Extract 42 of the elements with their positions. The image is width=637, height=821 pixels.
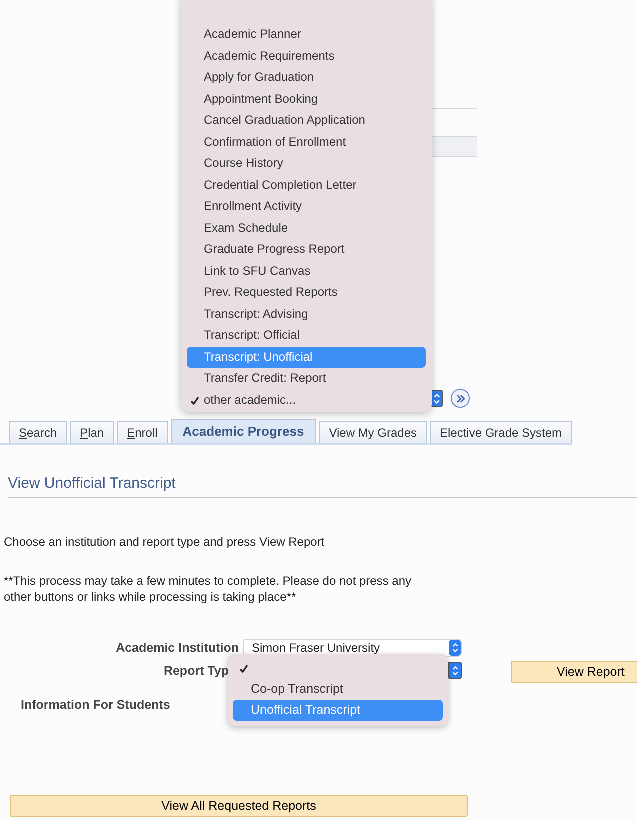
menu-item[interactable]: Graduate Progress Report: [187, 239, 426, 260]
menu-item[interactable]: Confirmation of Enrollment: [187, 132, 426, 153]
tab[interactable]: Elective Grade System: [430, 421, 572, 443]
check-icon: [239, 664, 249, 674]
menu-item[interactable]: Apply for Graduation: [187, 67, 426, 88]
menu-item[interactable]: Academic Planner: [187, 24, 426, 46]
select-stepper[interactable]: [448, 662, 462, 679]
check-icon: [190, 396, 200, 406]
menu-item[interactable]: Transcript: Official: [187, 325, 426, 346]
tab[interactable]: Search: [9, 421, 68, 443]
tab[interactable]: Enroll: [117, 421, 168, 443]
updown-arrows-icon: [450, 664, 460, 676]
menu-item[interactable]: Academic Requirements: [187, 46, 426, 67]
updown-arrows-icon: [450, 642, 460, 654]
page-title: View Unofficial Transcript: [8, 475, 637, 498]
tab[interactable]: Academic Progress: [170, 419, 316, 443]
double-chevron-icon: [454, 392, 466, 404]
menu-item[interactable]: Transcript: Advising: [187, 304, 426, 325]
menu-item[interactable]: Cancel Graduation Application: [187, 110, 426, 132]
instructions-text: Choose an institution and report type and press View Report: [4, 535, 326, 549]
menu-item[interactable]: Link to SFU Canvas: [187, 260, 426, 282]
menu-item[interactable]: Transfer Credit: Report: [187, 368, 426, 390]
menu-item[interactable]: Course History: [187, 153, 426, 174]
field-label: Academic Institution: [116, 641, 239, 655]
view-all-reports-button[interactable]: View All Requested Reports: [10, 795, 468, 817]
field-label: Report Typ: [164, 664, 229, 678]
tab[interactable]: View My Grades: [319, 421, 427, 443]
menu-item[interactable]: Co-op Transcript: [233, 679, 443, 700]
menu-item[interactable]: Exam Schedule: [187, 218, 426, 239]
menu-item[interactable]: Enrollment Activity: [187, 196, 426, 218]
menu-item[interactable]: Credential Completion Letter: [187, 174, 426, 196]
next-button[interactable]: [451, 389, 470, 408]
info-label: Information For Students: [21, 698, 170, 712]
menu-item[interactable]: Prev. Requested Reports: [187, 282, 426, 304]
select-stepper[interactable]: [431, 390, 443, 407]
view-report-button[interactable]: View Report: [511, 661, 637, 683]
table-header-bar: [432, 136, 477, 157]
menu-item[interactable]: Appointment Booking: [187, 88, 426, 110]
warning-text: **This process may take a few minutes to complete. Please do not press any other buttons or links while processing is taking place**: [4, 573, 413, 605]
menu-item[interactable]: other academic...: [187, 390, 426, 411]
tab[interactable]: Plan: [70, 421, 114, 443]
updown-arrows-icon: [432, 392, 442, 406]
